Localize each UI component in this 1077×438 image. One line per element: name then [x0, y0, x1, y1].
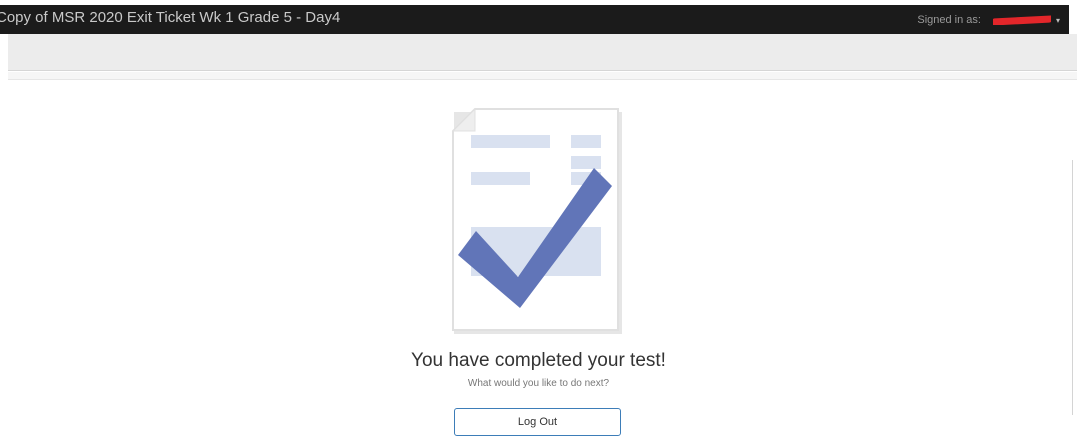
- scrollbar-edge: [1072, 160, 1073, 415]
- completion-subtitle: What would you like to do next?: [467, 378, 610, 389]
- title-bar: Copy of MSR 2020 Exit Ticket Wk 1 Grade …: [0, 5, 1069, 34]
- toolbar: [8, 34, 1077, 71]
- user-name-redacted[interactable]: [992, 15, 1051, 25]
- toolbar-divider: [8, 72, 1077, 80]
- user-menu[interactable]: Signed in as: ▾: [917, 12, 1060, 28]
- test-complete-page: Copy of MSR 2020 Exit Ticket Wk 1 Grade …: [0, 0, 1077, 438]
- redaction-mark: [992, 15, 1051, 25]
- form-block: [571, 156, 601, 169]
- signed-in-label: Signed in as:: [917, 14, 981, 26]
- log-out-button[interactable]: Log Out: [454, 408, 621, 436]
- completion-title: You have completed your test!: [411, 350, 666, 371]
- form-block: [471, 135, 550, 148]
- completed-test-icon: [451, 107, 622, 334]
- caret-down-icon[interactable]: ▾: [1056, 16, 1060, 25]
- form-block: [571, 135, 601, 148]
- test-title: Copy of MSR 2020 Exit Ticket Wk 1 Grade …: [0, 9, 341, 26]
- form-block: [471, 172, 530, 185]
